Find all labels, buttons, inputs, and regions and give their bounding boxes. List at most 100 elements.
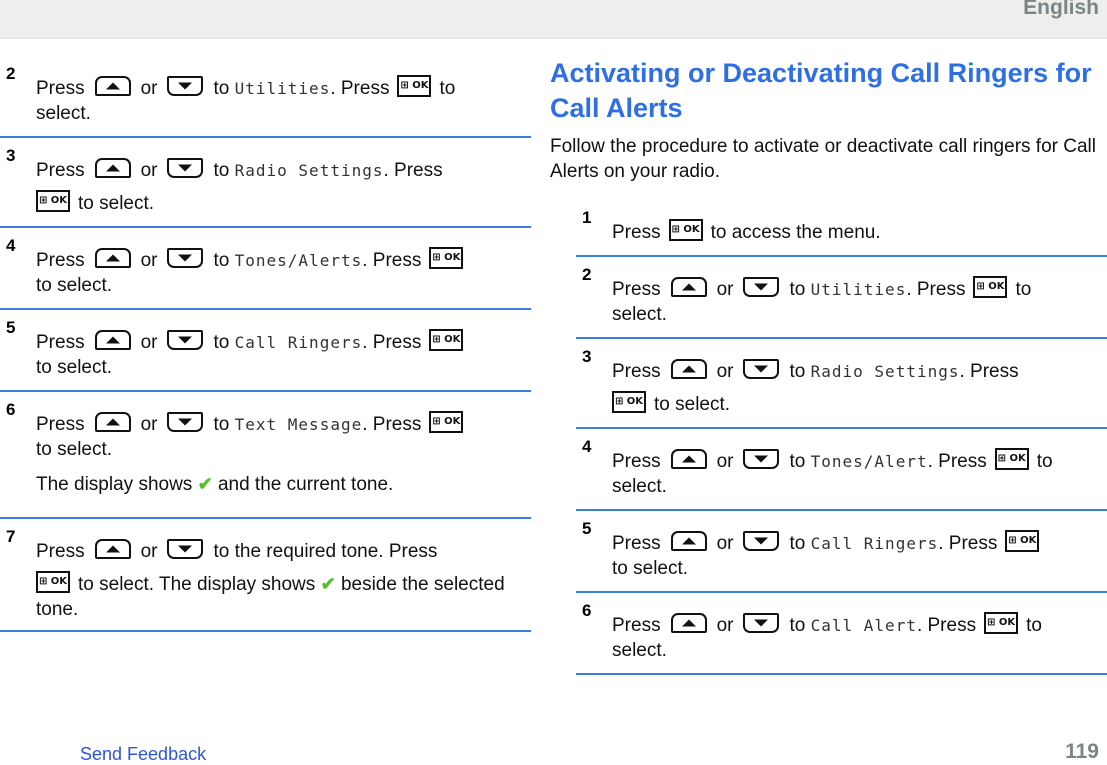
up-arrow-key-icon [670,276,707,297]
step-text: Press [612,533,661,554]
up-arrow-key-icon [670,612,707,633]
step-text: select. [612,640,667,661]
ok-key-icon: ⊞ OK [429,410,464,433]
step-text: . Press [906,279,966,300]
step-text: or [140,160,158,181]
ok-key-icon: ⊞ OK [612,390,646,413]
step-text: to [439,78,456,99]
step-text: or [140,541,158,562]
step-number: 2 [582,265,592,284]
menu-item-call-alert: Call Alert [810,616,917,635]
down-arrow-key-icon [167,538,204,559]
step-text: or [140,414,158,435]
step-text: or [140,250,158,271]
procedure-steps: 1 Press ⊞ OK to access the menu. 2 Press or… [576,200,1107,675]
up-arrow-key-icon [94,157,131,178]
left-column: 2 Press or to Utilities . Press ⊞ OK to selec… [0,56,531,632]
step-text: . Press [938,533,998,554]
step-text: or [716,615,734,636]
step-text: to [1015,279,1032,300]
step-text: to select. The display shows [78,574,316,595]
section-title: Activating or Deactivating Call Ringers … [550,58,1092,123]
step-text: select. [612,304,667,325]
down-arrow-key-icon [743,358,780,379]
step-text: to select. [654,394,731,415]
step-text: and the current tone. [217,474,394,495]
down-arrow-key-icon [743,530,780,551]
page-number: 119 [1065,740,1099,763]
step-3: 3 Press or to Radio Settings. Press ⊞ OK to… [0,138,531,228]
step-number: 6 [582,601,592,620]
step-text: to [789,533,806,554]
step-2: 2 Press or to Utilities. Press ⊞ OK to selec… [0,56,531,138]
step-text: Press [36,414,85,435]
ok-key-icon: ⊞ OK [36,570,70,593]
step-6: 6 Press or to Call Alert. Press ⊞ OK to sele… [576,593,1107,675]
up-arrow-key-icon [670,358,707,379]
up-arrow-key-icon [94,75,131,96]
step-text: to the required tone. Press [213,541,438,562]
step-number: 2 [6,64,16,83]
ok-key-icon: ⊞ OK [994,447,1029,470]
step-6: 6 Press or to Text Message. Press ⊞ OK to s… [0,392,531,519]
step-number: 3 [6,146,16,165]
checkmark-icon: ✔ [320,574,336,594]
step-text: select. [612,476,667,497]
step-text: to select. [78,193,155,214]
menu-item-radio-settings: Radio Settings [810,362,960,381]
step-text: to [1036,451,1053,472]
step-text: . Press [362,250,422,271]
step-text: to [213,250,230,271]
step-number: 5 [6,318,16,337]
down-arrow-key-icon [743,276,780,297]
step-text: to [789,361,806,382]
step-text: Press [612,279,661,300]
ok-key-icon: ⊞ OK [973,275,1008,298]
step-1: 1 Press ⊞ OK to access the menu. [576,200,1107,257]
up-arrow-key-icon [94,538,131,559]
checkmark-icon: ✔ [197,474,213,494]
step-text: to select. [36,439,113,460]
step-7: 7 Press or to the required tone. Press ⊞ O… [0,519,531,632]
ok-key-icon: ⊞ OK [1005,529,1040,552]
step-text: to [213,414,230,435]
step-text: . Press [362,414,422,435]
step-text: . Press [927,451,987,472]
menu-item-tones-alerts: Tones/Alerts [234,251,363,270]
menu-item-radio-settings: Radio Settings [234,161,384,180]
down-arrow-key-icon [167,411,204,432]
step-number: 3 [582,347,592,366]
step-text: Press [612,615,661,636]
step-text: Press [612,361,661,382]
up-arrow-key-icon [94,329,131,350]
step-text: to [1026,615,1042,636]
down-arrow-key-icon [167,75,204,96]
step-text: to [213,160,230,181]
step-text: The display shows [36,474,193,495]
step-2: 2 Press or to Utilities. Press ⊞ OK to selec… [576,257,1107,339]
step-text: Press [612,451,661,472]
down-arrow-key-icon [743,612,780,633]
step-text: or [140,332,158,353]
right-column: Activating or Deactivating Call Ringers … [550,56,1107,675]
step-text: Press [36,160,85,181]
step-text: or [716,451,734,472]
step-4: 4 Press or to Tones/Alert. Press ⊞ OK to sel… [576,429,1107,511]
step-text: to [789,615,806,636]
up-arrow-key-icon [670,530,707,551]
step-text: to select. [36,357,113,378]
page-header: English [0,0,1107,39]
ok-key-icon: ⊞ OK [429,328,464,351]
up-arrow-key-icon [94,411,131,432]
menu-item-text-message: Text Message [234,415,363,434]
ok-key-icon: ⊞ OK [668,218,703,241]
down-arrow-key-icon [743,448,780,469]
step-text: or [716,361,734,382]
step-text: . Press [916,615,977,636]
step-number: 6 [6,400,16,419]
down-arrow-key-icon [167,157,204,178]
step-3: 3 Press or to Radio Settings. Press ⊞ OK to… [576,339,1107,429]
step-text: to [789,451,806,472]
ok-key-icon: ⊞ OK [36,189,70,212]
menu-item-utilities: Utilities [234,79,331,98]
